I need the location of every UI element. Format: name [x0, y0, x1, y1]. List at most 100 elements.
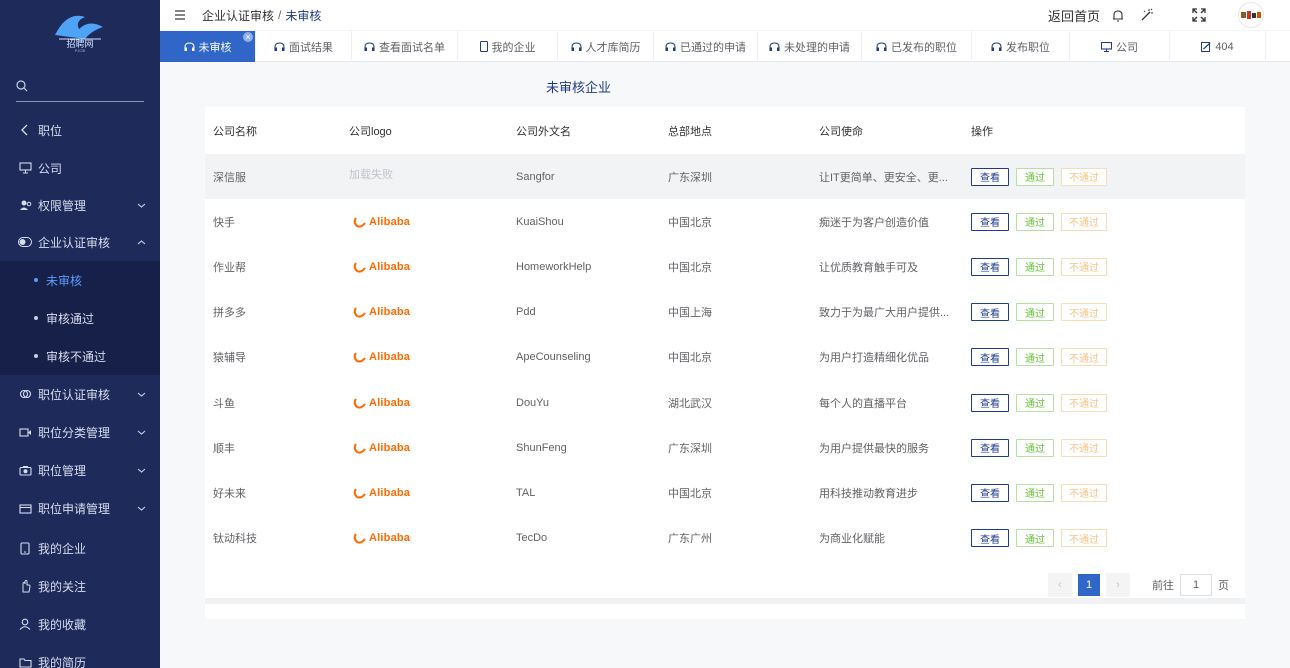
tab-company[interactable]: 公司: [1070, 31, 1170, 62]
sidebar-search[interactable]: [16, 74, 144, 102]
view-button[interactable]: 查看: [971, 529, 1009, 548]
bullet-dot-icon: [34, 316, 38, 320]
sidebar-item-job[interactable]: 职位: [0, 111, 160, 149]
reject-button[interactable]: 不通过: [1061, 303, 1107, 322]
view-button[interactable]: 查看: [971, 393, 1009, 412]
approve-button[interactable]: 通过: [1016, 529, 1054, 548]
company-location-cell: 中国北京: [668, 261, 712, 274]
view-button[interactable]: 查看: [971, 483, 1009, 502]
folder-icon: [18, 655, 32, 668]
logo-text: Alibaba: [369, 260, 411, 273]
sidebar-subitem-rejected[interactable]: 审核不通过: [0, 337, 160, 375]
view-button[interactable]: 查看: [971, 257, 1009, 276]
table-row: 快手 Alibaba KuaiShou 中国北京 痴迷于为客户创造价值 查看 通过 不通过: [205, 199, 1245, 244]
prev-page-button[interactable]: ‹: [1048, 573, 1072, 597]
company-location-cell: 广东深圳: [668, 442, 712, 455]
actions-cell: 查看 通过 不通过: [971, 335, 1171, 380]
company-english-name-cell: Pdd: [516, 306, 536, 319]
chevron-down-icon: [137, 502, 146, 516]
tab-unreviewed[interactable]: 未审核 ×: [160, 31, 256, 62]
hand-icon: [18, 579, 32, 593]
view-button[interactable]: 查看: [971, 167, 1009, 186]
view-button[interactable]: 查看: [971, 348, 1009, 367]
page-number-current[interactable]: 1: [1078, 574, 1100, 596]
reject-button[interactable]: 不通过: [1061, 167, 1107, 186]
alibaba-smile-icon: [353, 488, 366, 499]
sidebar-item-label: 我的企业: [38, 541, 87, 556]
breadcrumb-item[interactable]: 企业认证审核: [202, 7, 274, 24]
reject-button[interactable]: 不通过: [1061, 212, 1107, 231]
table-row: 深信服 加载失败 Sangfor 广东深圳 让IT更简单、更安全、更... 查看 通过 不通过: [205, 154, 1245, 200]
approve-button[interactable]: 通过: [1016, 438, 1054, 457]
approve-button[interactable]: 通过: [1016, 167, 1054, 186]
tab-approved-applications[interactable]: 已通过的申请: [654, 31, 758, 62]
sidebar-item-label: 权限管理: [38, 198, 87, 213]
company-name-cell: 猿辅导: [213, 352, 246, 365]
reject-button[interactable]: 不通过: [1061, 393, 1107, 412]
reject-button[interactable]: 不通过: [1061, 438, 1107, 457]
link-icon: [18, 387, 32, 401]
sidebar-subitem-unreviewed[interactable]: 未审核: [0, 261, 160, 299]
alibaba-logo-image: Alibaba: [349, 255, 425, 278]
avatar[interactable]: [1238, 2, 1264, 28]
alibaba-smile-icon: [353, 352, 366, 363]
sidebar-item-job-category[interactable]: 职位分类管理: [0, 413, 160, 451]
approve-button[interactable]: 通过: [1016, 212, 1054, 231]
approve-button[interactable]: 通过: [1016, 303, 1054, 322]
sidebar-item-my-favorites[interactable]: 我的收藏: [0, 605, 160, 643]
close-icon[interactable]: ×: [243, 32, 253, 42]
view-button[interactable]: 查看: [971, 438, 1009, 457]
company-mission-cell: 为用户提供最快的服务: [819, 442, 929, 455]
tab-interview-list[interactable]: 查看面试名单: [352, 31, 458, 62]
reject-button[interactable]: 不通过: [1061, 529, 1107, 548]
company-name-cell: 拼多多: [213, 307, 246, 320]
headphones-icon: [364, 41, 375, 52]
hamburger-menu-icon[interactable]: [174, 10, 188, 20]
tab-label: 已通过的申请: [680, 41, 746, 54]
magic-wand-icon[interactable]: [1140, 8, 1154, 22]
monitor-icon: [1101, 41, 1112, 52]
sidebar-item-application-manage[interactable]: 职位申请管理: [0, 489, 160, 527]
reject-button[interactable]: 不通过: [1061, 348, 1107, 367]
tab-publish-job[interactable]: 发布职位: [972, 31, 1070, 62]
phone-icon: [18, 541, 32, 555]
horizontal-scrollbar[interactable]: [205, 598, 1245, 604]
app-logo[interactable]: 招聘网 PJOB: [0, 0, 160, 62]
company-name-cell: 快手: [213, 216, 235, 229]
sidebar-item-job-manage[interactable]: 职位管理: [0, 451, 160, 489]
view-button[interactable]: 查看: [971, 303, 1009, 322]
tab-pending-applications[interactable]: 未处理的申请: [758, 31, 862, 62]
bell-icon[interactable]: [1112, 9, 1124, 22]
approve-button[interactable]: 通过: [1016, 483, 1054, 502]
sidebar-item-my-follows[interactable]: 我的关注: [0, 567, 160, 605]
tab-404[interactable]: 404: [1170, 31, 1266, 62]
goto-page-input[interactable]: [1180, 574, 1212, 596]
bullet-dot-icon: [34, 278, 38, 282]
headphones-icon: [769, 41, 780, 52]
fullscreen-icon[interactable]: [1192, 8, 1206, 22]
back-home-link[interactable]: 返回首页: [1048, 6, 1100, 25]
sidebar-subitem-approved[interactable]: 审核通过: [0, 299, 160, 337]
reject-button[interactable]: 不通过: [1061, 483, 1107, 502]
approve-button[interactable]: 通过: [1016, 348, 1054, 367]
tab-published-jobs[interactable]: 已发布的职位: [862, 31, 972, 62]
next-page-button[interactable]: ›: [1106, 573, 1130, 597]
reject-button[interactable]: 不通过: [1061, 257, 1107, 276]
actions-cell: 查看 通过 不通过: [971, 199, 1171, 244]
view-button[interactable]: 查看: [971, 212, 1009, 231]
chevron-left-icon: [18, 123, 32, 137]
breadcrumb-separator: /: [278, 8, 282, 22]
sidebar-item-job-audit[interactable]: 职位认证审核: [0, 375, 160, 413]
approve-button[interactable]: 通过: [1016, 257, 1054, 276]
sidebar-item-company[interactable]: 公司: [0, 149, 160, 187]
sidebar-item-my-resume[interactable]: 我的简历: [0, 643, 160, 668]
tab-interview-results[interactable]: 面试结果: [256, 31, 352, 62]
approve-button[interactable]: 通过: [1016, 393, 1054, 412]
top-header: 企业认证审核 / 未审核 返回首页: [160, 0, 1290, 30]
sidebar-item-my-enterprise[interactable]: 我的企业: [0, 529, 160, 567]
sidebar-item-enterprise-audit[interactable]: 企业认证审核: [0, 223, 160, 261]
tab-my-enterprise[interactable]: 我的企业: [458, 31, 558, 62]
tab-label: 公司: [1116, 41, 1138, 54]
sidebar-item-permission[interactable]: 权限管理: [0, 186, 160, 224]
tab-talent-resumes[interactable]: 人才库简历: [558, 31, 654, 62]
